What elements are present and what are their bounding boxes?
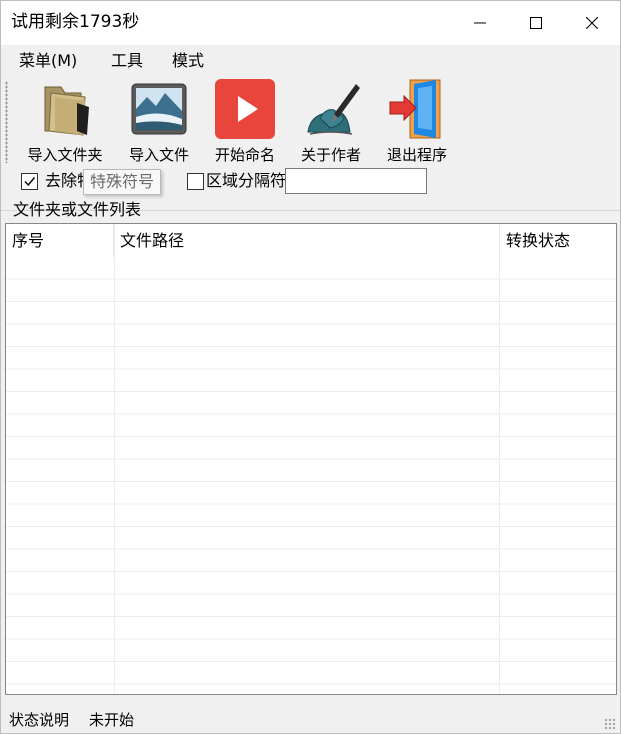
pen-writing-icon (299, 77, 363, 141)
separator-label: 区域分隔符 (206, 171, 287, 190)
import-folder-button[interactable]: 导入文件夹 (19, 77, 111, 169)
close-button[interactable] (564, 1, 620, 45)
list-header: 序号 文件路径 转换状态 (6, 224, 616, 257)
column-divider (499, 224, 500, 694)
status-label: 状态说明 (9, 711, 70, 729)
checkmark-icon (24, 177, 36, 187)
import-file-button[interactable]: 导入文件 (121, 77, 197, 169)
start-naming-label: 开始命名 (214, 146, 275, 164)
menu-main[interactable]: 菜单(M) (17, 51, 79, 71)
column-header-status[interactable]: 转换状态 (500, 224, 616, 257)
resize-grip-icon[interactable] (604, 718, 616, 730)
about-author-label: 关于作者 (300, 146, 361, 164)
title-bar: 试用剩余1793秒 (1, 1, 620, 45)
column-header-path[interactable]: 文件路径 (114, 224, 500, 257)
separator-checkbox[interactable] (187, 173, 204, 190)
exit-program-label: 退出程序 (386, 146, 447, 164)
remove-special-checkbox[interactable] (21, 173, 38, 190)
column-divider (114, 224, 115, 694)
exit-program-button[interactable]: 退出程序 (379, 77, 455, 169)
import-file-label: 导入文件 (128, 146, 189, 164)
close-icon (586, 17, 598, 29)
menu-bar: 菜单(M) 工具 模式 (1, 45, 620, 77)
group-label: 文件夹或文件列表 (13, 200, 142, 219)
minimize-icon (474, 22, 486, 24)
play-icon (213, 77, 277, 141)
app-window: 试用剩余1793秒 菜单(M) 工具 模式 导入文件夹 导入文件 开始命名 关于… (0, 0, 621, 734)
separator-input[interactable] (285, 168, 427, 194)
toolbar-grip[interactable] (5, 81, 8, 163)
exit-door-icon (385, 77, 449, 141)
window-title: 试用剩余1793秒 (11, 12, 140, 32)
toolbar: 导入文件夹 导入文件 开始命名 关于作者 退出程序 (1, 77, 620, 169)
list-gridlines (6, 257, 616, 694)
folder-icon (33, 77, 97, 141)
file-list[interactable]: 序号 文件路径 转换状态 (5, 223, 617, 695)
tooltip: 特殊符号 (83, 169, 162, 195)
column-header-index[interactable]: 序号 (6, 224, 114, 257)
menu-mode[interactable]: 模式 (170, 51, 206, 71)
status-value: 未开始 (89, 711, 135, 729)
image-file-icon (127, 77, 191, 141)
maximize-button[interactable] (508, 1, 564, 45)
status-bar: 状态说明 未开始 (1, 705, 620, 733)
import-folder-label: 导入文件夹 (27, 146, 103, 164)
start-naming-button[interactable]: 开始命名 (207, 77, 283, 169)
menu-tools[interactable]: 工具 (109, 51, 145, 71)
maximize-icon (530, 17, 542, 29)
minimize-button[interactable] (452, 1, 508, 45)
about-author-button[interactable]: 关于作者 (293, 77, 369, 169)
